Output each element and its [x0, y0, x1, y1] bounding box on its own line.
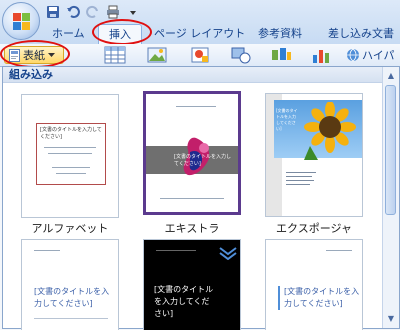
hyperlink-label: ハイパ — [362, 49, 395, 62]
cover-page-label: 表紙 — [23, 49, 45, 62]
alphabet-title-text: [文書のタイトルを入力してください] — [40, 127, 102, 140]
exposure-title-text: [文書のタイトルを入力してください] — [276, 108, 298, 131]
scroll-up-arrow-icon[interactable]: ▲ — [383, 69, 399, 83]
scrollbar-thumb[interactable] — [385, 85, 396, 215]
print-icon[interactable] — [106, 5, 120, 19]
tab-home[interactable]: ホーム — [52, 24, 85, 44]
shapes-icon[interactable] — [230, 46, 252, 64]
template-label-exposure: エクスポージャ — [276, 222, 352, 235]
qat-dropdown-icon[interactable] — [126, 5, 140, 19]
tab-page-layout[interactable]: ページ レイアウト — [154, 24, 245, 44]
extra-title-text: [文書のタイトルを入力してください] — [174, 154, 231, 167]
office-logo-icon — [13, 13, 31, 31]
chevron-down-icon — [48, 53, 55, 57]
quick-access-toolbar — [46, 3, 140, 21]
cover-template-row2-1[interactable]: [文書のタイトルを入力してください] — [21, 239, 119, 330]
cover-template-row2-2[interactable]: [文書のタイトルを入力してください] — [143, 239, 241, 330]
ribbon-insert-panel: 表紙 ハイパ — [0, 44, 400, 67]
hyperlink-button[interactable]: ハイパ — [346, 47, 395, 63]
undo-icon[interactable] — [66, 5, 80, 19]
tab-mailings[interactable]: 差し込み文書 — [328, 24, 394, 44]
office-button[interactable] — [2, 2, 40, 40]
redo-icon[interactable] — [86, 5, 100, 19]
ribbon-title-row: ホーム 挿入 ページ レイアウト 参考資料 差し込み文書 — [0, 0, 400, 44]
cover-template-row2-3[interactable]: [文書のタイトルを入力してください] — [265, 239, 363, 330]
tab-insert[interactable]: 挿入 — [98, 24, 142, 44]
row2-2-chevron-deco — [219, 247, 237, 260]
smartart-icon[interactable] — [270, 46, 292, 64]
cover-page-gallery: 組み込み [文書のタイトルを入力してください] アルファベット [文書のタイトル… — [2, 66, 400, 330]
gallery-header-builtin: 組み込み — [3, 67, 383, 83]
cover-page-icon — [9, 48, 20, 62]
gallery-scrollbar[interactable]: ▲ ▼ — [382, 67, 399, 328]
hyperlink-icon — [347, 48, 359, 62]
row2-2-title-text: [文書のタイトルを入力してください] — [154, 285, 214, 318]
cover-page-button[interactable]: 表紙 — [4, 46, 64, 64]
cover-template-alphabet[interactable]: [文書のタイトルを入力してください] — [21, 94, 119, 218]
row2-1-title-text: [文書のタイトルを入力してください] — [34, 287, 110, 308]
sunflower-image — [304, 102, 356, 160]
template-label-alphabet: アルファベット — [31, 222, 109, 235]
row2-3-title-text: [文書のタイトルを入力してください] — [278, 286, 362, 310]
table-icon[interactable] — [104, 46, 126, 64]
cover-template-exposure[interactable]: [文書のタイトルを入力してください] — [265, 93, 363, 217]
scroll-down-arrow-icon[interactable]: ▼ — [383, 312, 399, 326]
cover-template-extra[interactable]: [文書のタイトルを入力してください] — [143, 91, 241, 215]
picture-icon[interactable] — [146, 46, 168, 64]
chart-icon[interactable] — [310, 46, 332, 64]
tab-references[interactable]: 参考資料 — [258, 24, 302, 44]
clip-art-icon[interactable] — [190, 46, 212, 64]
save-icon[interactable] — [46, 5, 60, 19]
template-label-extra: エキストラ — [164, 222, 220, 235]
